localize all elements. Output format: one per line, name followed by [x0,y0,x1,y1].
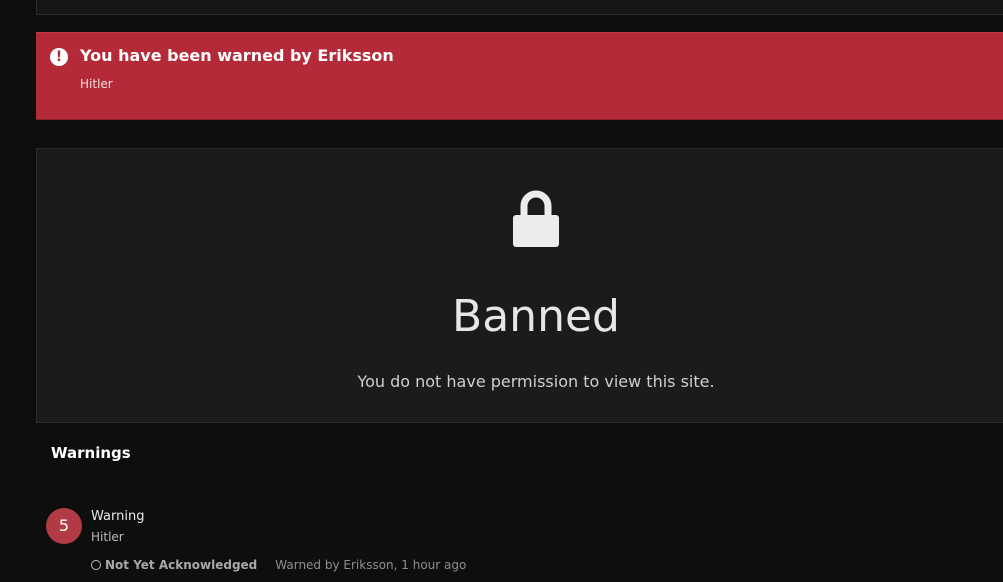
page: ! You have been warned by Eriksson Hitle… [0,0,1003,582]
ban-title: Banned [452,291,620,342]
previous-panel [36,0,1003,15]
alert-reason: Hitler [80,77,113,91]
ban-message: You do not have permission to view this … [357,372,715,391]
warned-by-text: Warned by Eriksson, 1 hour ago [275,558,467,572]
warning-item-title[interactable]: Warning [91,509,144,524]
alert-title: You have been warned by Eriksson [80,46,394,65]
exclamation-circle-icon: ! [50,48,68,66]
warnings-heading: Warnings [51,444,131,462]
circle-outline-icon [91,560,101,570]
warning-points-badge: 5 [46,508,82,544]
ban-panel: Banned You do not have permission to vie… [36,148,1003,423]
warning-item-meta: Not Yet Acknowledged Warned by Eriksson,… [91,558,466,572]
lock-icon [513,190,559,247]
acknowledgement-status: Not Yet Acknowledged [105,558,258,572]
warning-item-reason: Hitler [91,530,124,544]
warning-alert-banner: ! You have been warned by Eriksson Hitle… [36,32,1003,120]
warning-list-item[interactable]: 5 Warning Hitler Not Yet Acknowledged Wa… [46,506,946,580]
